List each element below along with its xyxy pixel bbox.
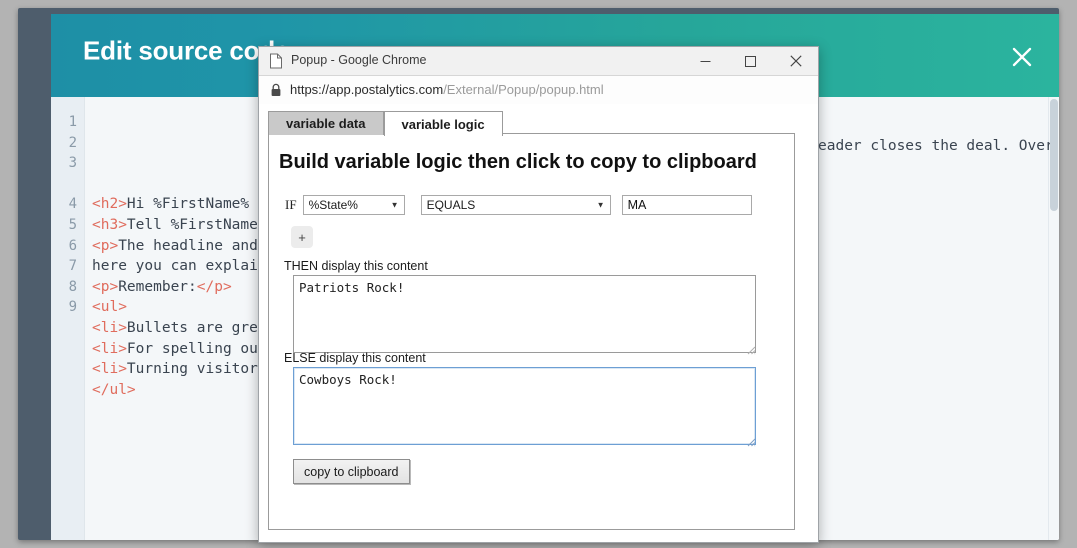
add-condition-button[interactable]: + [291, 226, 313, 248]
url-host: https://app.postalytics.com [290, 82, 444, 97]
popup-url-bar: https://app.postalytics.com/External/Pop… [259, 76, 818, 105]
else-label: ELSE display this content [284, 351, 426, 365]
line-number: 4 [68, 196, 77, 213]
document-icon [269, 53, 283, 69]
variable-logic-panel: Build variable logic then click to copy … [268, 133, 795, 530]
operator-select-value: EQUALS [426, 198, 476, 212]
panel-heading: Build variable logic then click to copy … [279, 151, 757, 173]
line-number: 7 [68, 258, 77, 275]
line-number: 5 [68, 216, 77, 233]
then-label: THEN display this content [284, 259, 428, 273]
screen: Edit source code 1 2 3 - 4 5 6 7 [0, 0, 1077, 548]
line-number: 9 [68, 299, 77, 316]
tab-variable-data[interactable]: variable data [268, 111, 384, 135]
popup-titlebar[interactable]: Popup - Google Chrome [259, 47, 818, 76]
popup-window-title: Popup - Google Chrome [291, 53, 427, 67]
scrollbar-thumb[interactable] [1050, 99, 1058, 211]
chevron-down-icon: ▼ [596, 200, 605, 210]
code-overflow-text: eader closes the deal. Over [818, 138, 1050, 154]
then-content-textarea[interactable] [293, 275, 756, 353]
maximize-icon[interactable] [728, 47, 773, 75]
if-label: IF [285, 197, 297, 212]
variable-select[interactable]: %State% ▼ [302, 195, 405, 215]
chevron-down-icon: ▼ [390, 200, 399, 210]
editor-scrollbar[interactable] [1048, 97, 1059, 540]
url-path: /External/Popup/popup.html [443, 82, 604, 97]
tab-variable-logic[interactable]: variable logic [383, 111, 503, 136]
condition-row: IF %State% ▼ EQUALS ▼ [285, 195, 752, 215]
else-content-textarea[interactable] [293, 367, 756, 445]
close-icon[interactable] [773, 47, 818, 75]
variable-select-value: %State% [308, 198, 358, 212]
line-number: 3 [68, 155, 77, 172]
operator-select[interactable]: EQUALS ▼ [420, 195, 611, 215]
line-number: 8 [68, 278, 77, 295]
condition-value-input[interactable] [621, 195, 752, 215]
line-number-gutter: 1 2 3 - 4 5 6 7 8 9 [51, 97, 85, 540]
line-number: 2 [68, 134, 77, 151]
line-number: 1 [68, 114, 77, 130]
copy-to-clipboard-button[interactable]: copy to clipboard [293, 459, 410, 484]
tab-bar: variable data variable logic [268, 109, 503, 136]
url-text: https://app.postalytics.com/External/Pop… [290, 82, 604, 97]
popup-content: variable data variable logic Build varia… [259, 104, 818, 542]
chrome-popup-window: Popup - Google Chrome https://app.postal… [258, 46, 819, 543]
line-number: 6 [68, 237, 77, 254]
minimize-icon[interactable] [683, 47, 728, 75]
lock-icon [270, 83, 282, 97]
close-icon[interactable] [1009, 44, 1035, 70]
